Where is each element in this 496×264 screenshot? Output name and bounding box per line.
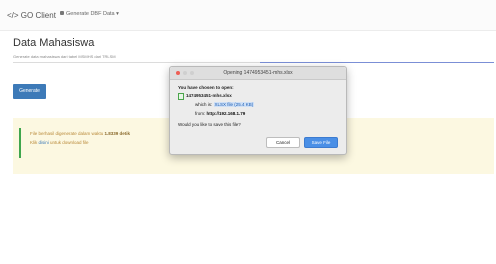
dialog-title: Opening 1474953451-mhs.xlsx: [223, 70, 293, 76]
database-icon: [60, 11, 64, 15]
cancel-button[interactable]: Cancel: [266, 137, 300, 148]
generate-dbf-menu[interactable]: Generate DBF Data ▾: [60, 11, 119, 17]
save-question: Would you like to save this file?: [178, 122, 241, 127]
divider-accent: [260, 62, 494, 63]
generate-button[interactable]: Generate: [13, 84, 46, 99]
generate-dbf-menu-label: Generate DBF Data ▾: [66, 11, 119, 17]
brand-link[interactable]: </> GO Client: [7, 11, 56, 20]
download-link[interactable]: disini: [39, 140, 49, 145]
file-type-value: XLSX file (25.4 KB): [213, 102, 255, 107]
alert-prefix: File berhasil digenerate dalam waktu: [30, 131, 105, 136]
dialog-file-type: which is: XLSX file (25.4 KB): [195, 102, 255, 107]
save-file-button[interactable]: Save File: [304, 137, 338, 148]
dialog-prompt: You have chosen to open:: [178, 85, 234, 90]
alert-accent-bar: [19, 128, 21, 158]
dialog-filename: 1474953451-mhs.xlsx: [186, 93, 232, 98]
page-subtitle: Generate data mahasiswa dari tabel MSMHS…: [13, 54, 116, 59]
which-is-label: which is:: [195, 102, 214, 107]
from-label: from:: [195, 111, 207, 116]
alert-message-line2: Klik disini untuk download file: [30, 140, 89, 145]
top-navbar: </> GO Client Generate DBF Data ▾: [0, 0, 496, 31]
open-file-dialog: Opening 1474953451-mhs.xlsx You have cho…: [169, 66, 347, 155]
alert-message-line1: File berhasil digenerate dalam waktu 1.8…: [30, 131, 130, 136]
page-title: Data Mahasiswa: [13, 37, 95, 49]
dialog-source: from: http://192.168.1.79: [195, 111, 245, 116]
alert-duration: 1.8339 detik: [104, 131, 131, 136]
alert-suffix: untuk download file: [48, 140, 89, 145]
from-url: http://192.168.1.79: [206, 111, 246, 116]
dialog-titlebar: Opening 1474953451-mhs.xlsx: [170, 67, 346, 80]
alert-click-text: Klik: [30, 140, 39, 145]
spreadsheet-file-icon: [178, 93, 184, 100]
